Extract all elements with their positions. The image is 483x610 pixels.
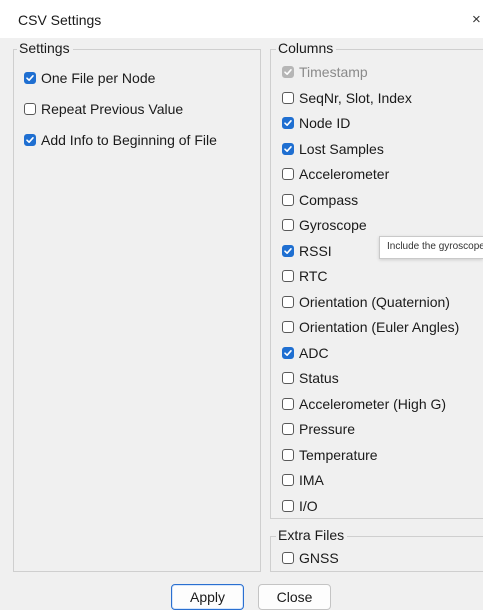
close-button[interactable]: Close <box>258 584 331 610</box>
checkbox-label: Timestamp <box>299 64 368 80</box>
checkbox-label: I/O <box>299 497 318 514</box>
checkbox-checked-icon[interactable] <box>282 346 294 359</box>
settings-group-label: Settings <box>17 40 73 56</box>
checkbox-label: Orientation (Quaternion) <box>299 293 450 310</box>
checkbox-label: Pressure <box>299 421 356 437</box>
checkbox-label: SeqNr, Slot, Index <box>299 89 412 106</box>
checkbox-lost-samples[interactable]: Lost Samples <box>282 139 384 159</box>
checkbox-unchecked-icon[interactable] <box>282 474 294 486</box>
checkbox-checked-icon[interactable] <box>282 142 294 155</box>
checkbox-gnss[interactable]: GNSS <box>282 548 339 568</box>
checkbox-label: Add Info to Beginning of File <box>41 132 217 148</box>
checkbox-unchecked-icon[interactable] <box>282 193 294 206</box>
checkbox-label: Temperature <box>299 446 378 463</box>
checkbox-label: Lost Samples <box>299 140 384 157</box>
apply-button[interactable]: Apply <box>171 584 244 610</box>
checkbox-repeat-previous-value[interactable]: Repeat Previous Value <box>24 99 183 119</box>
checkbox-label: Status <box>299 370 339 386</box>
checkbox-status[interactable]: Status <box>282 368 339 388</box>
checkbox-unchecked-icon[interactable] <box>282 168 294 180</box>
checkbox-adc[interactable]: ADC <box>282 343 329 363</box>
checkbox-unchecked-icon[interactable] <box>24 103 36 115</box>
checkbox-compass[interactable]: Compass <box>282 190 358 210</box>
checkbox-add-info-to-beginning-of-file[interactable]: Add Info to Beginning of File <box>24 130 217 150</box>
gyroscope-tooltip: Include the gyroscope <box>379 236 483 259</box>
checkbox-unchecked-icon[interactable] <box>282 219 294 231</box>
title-bar: CSV Settings × <box>0 0 483 38</box>
checkbox-unchecked-icon[interactable] <box>282 423 294 435</box>
checkbox-seqnr-slot-index[interactable]: SeqNr, Slot, Index <box>282 88 412 108</box>
checkbox-unchecked-icon[interactable] <box>282 552 294 564</box>
checkbox-node-id[interactable]: Node ID <box>282 113 350 133</box>
checkbox-label: Accelerometer (High G) <box>299 395 447 412</box>
columns-group-label: Columns <box>276 40 337 56</box>
close-window-icon[interactable]: × <box>472 11 481 28</box>
checkbox-accelerometer-high-g[interactable]: Accelerometer (High G) <box>282 394 446 414</box>
checkbox-label: IMA <box>299 472 324 488</box>
checkbox-unchecked-icon[interactable] <box>282 448 294 461</box>
checkbox-label: Compass <box>299 191 359 208</box>
window-title: CSV Settings <box>18 12 102 28</box>
checkbox-orientation-euler-angles[interactable]: Orientation (Euler Angles) <box>282 317 459 337</box>
checkbox-unchecked-icon[interactable] <box>282 372 294 384</box>
checkbox-unchecked-icon[interactable] <box>282 321 294 333</box>
checkbox-orientation-quaternion[interactable]: Orientation (Quaternion) <box>282 292 450 312</box>
checkbox-pressure[interactable]: Pressure <box>282 419 355 439</box>
checkbox-accelerometer[interactable]: Accelerometer <box>282 164 389 184</box>
checkbox-rtc[interactable]: RTC <box>282 266 328 286</box>
checkbox-unchecked-icon[interactable] <box>282 295 294 308</box>
checkbox-checked-icon <box>282 66 294 78</box>
checkbox-label: Node ID <box>299 115 351 131</box>
checkbox-label: One File per Node <box>41 70 156 86</box>
settings-group <box>13 49 261 572</box>
checkbox-unchecked-icon[interactable] <box>282 499 294 512</box>
checkbox-label: Accelerometer <box>299 166 390 182</box>
checkbox-label: GNSS <box>299 550 339 566</box>
checkbox-checked-icon[interactable] <box>24 72 36 84</box>
checkbox-label: ADC <box>299 344 329 361</box>
checkbox-ima[interactable]: IMA <box>282 470 324 490</box>
checkbox-unchecked-icon[interactable] <box>282 270 294 282</box>
checkbox-label: RTC <box>299 268 328 284</box>
checkbox-unchecked-icon[interactable] <box>282 91 294 104</box>
checkbox-label: Repeat Previous Value <box>41 101 184 117</box>
checkbox-label: Orientation (Euler Angles) <box>299 319 460 335</box>
checkbox-label: RSSI <box>299 242 332 259</box>
checkbox-checked-icon[interactable] <box>282 117 294 129</box>
checkbox-temperature[interactable]: Temperature <box>282 445 378 465</box>
checkbox-label: Gyroscope <box>299 217 367 233</box>
checkbox-one-file-per-node[interactable]: One File per Node <box>24 68 155 88</box>
checkbox-rssi[interactable]: RSSI <box>282 241 332 261</box>
checkbox-checked-icon[interactable] <box>282 244 294 257</box>
checkbox-timestamp: Timestamp <box>282 62 368 82</box>
checkbox-unchecked-icon[interactable] <box>282 397 294 410</box>
checkbox-i-o[interactable]: I/O <box>282 496 318 516</box>
checkbox-checked-icon[interactable] <box>24 134 36 146</box>
checkbox-gyroscope[interactable]: Gyroscope <box>282 215 367 235</box>
extra-files-group-label: Extra Files <box>276 527 348 543</box>
